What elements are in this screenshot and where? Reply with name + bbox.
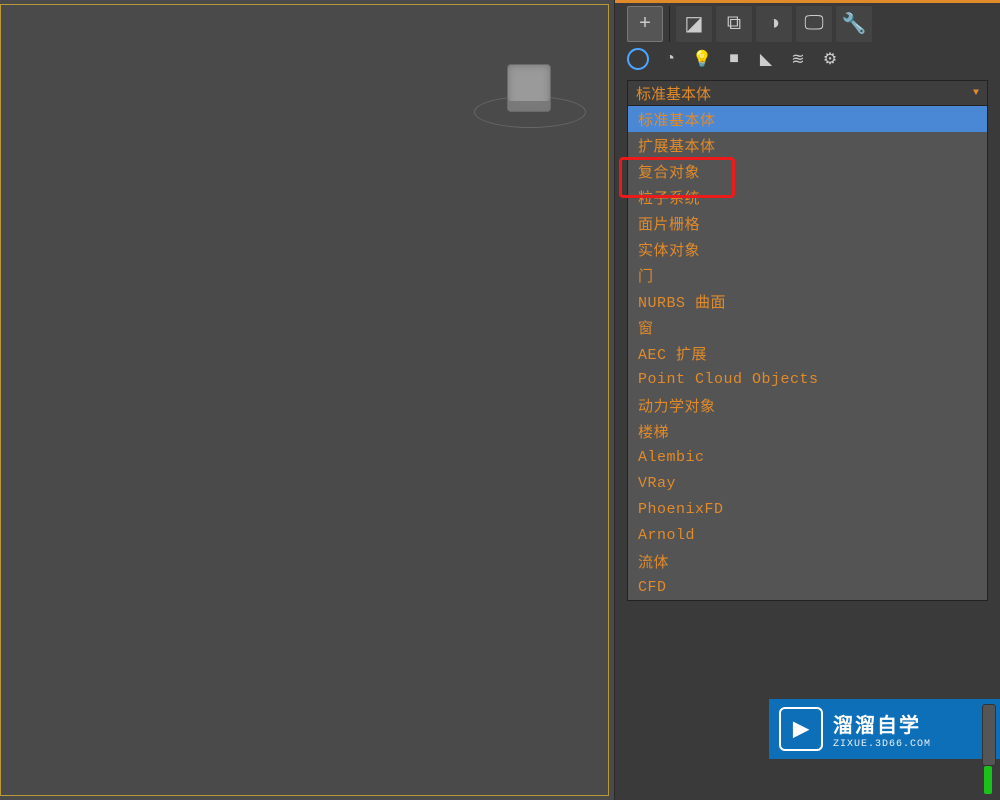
hierarchy-tab-icon[interactable]: ⧉	[716, 6, 752, 42]
spacewarps-icon[interactable]: ≋	[787, 48, 809, 70]
watermark-text: 溜溜自学 ZIXUE.3D66.COM	[833, 709, 931, 750]
dropdown-option[interactable]: 复合对象	[628, 158, 987, 184]
utilities-tab-icon[interactable]: 🔧	[836, 6, 872, 42]
status-led-icon	[984, 766, 992, 794]
dropdown-option[interactable]: Point Cloud Objects	[628, 366, 987, 392]
tab-separator	[669, 6, 670, 42]
dropdown-option[interactable]: 流体	[628, 548, 987, 574]
motion-tab-icon[interactable]: ◑	[756, 6, 792, 42]
lights-icon[interactable]: 💡	[691, 48, 713, 70]
systems-icon[interactable]: ⚙	[819, 48, 841, 70]
watermark: ▶ 溜溜自学 ZIXUE.3D66.COM	[769, 699, 1000, 759]
dropdown-option[interactable]: AEC 扩展	[628, 340, 987, 366]
panel-scrollbar[interactable]	[978, 700, 998, 800]
app-root: + ◪ ⧉ ◑ 🖵 🔧 ◔ 💡 ■ ◣ ≋ ⚙ 标准基本体 ▼ 标准基本体 扩展…	[0, 0, 1000, 800]
shapes-icon[interactable]: ◔	[659, 48, 681, 70]
dropdown-option[interactable]: NURBS 曲面	[628, 288, 987, 314]
geometry-type-dropdown[interactable]: 标准基本体 ▼	[627, 80, 988, 106]
dropdown-option[interactable]: 扩展基本体	[628, 132, 987, 158]
command-panel: + ◪ ⧉ ◑ 🖵 🔧 ◔ 💡 ■ ◣ ≋ ⚙ 标准基本体 ▼ 标准基本体 扩展…	[614, 0, 1000, 800]
create-category-bar: ◔ 💡 ■ ◣ ≋ ⚙	[615, 46, 1000, 76]
helpers-icon[interactable]: ◣	[755, 48, 777, 70]
dropdown-option[interactable]: 粒子系统	[628, 184, 987, 210]
display-tab-icon[interactable]: 🖵	[796, 6, 832, 42]
dropdown-option[interactable]: CFD	[628, 574, 987, 600]
cameras-icon[interactable]: ■	[723, 48, 745, 70]
watermark-title: 溜溜自学	[833, 709, 931, 739]
dropdown-selected-label: 标准基本体	[636, 83, 711, 104]
dropdown-option[interactable]: 实体对象	[628, 236, 987, 262]
modify-tab-icon[interactable]: ◪	[676, 6, 712, 42]
watermark-subtitle: ZIXUE.3D66.COM	[833, 739, 931, 750]
viewport[interactable]	[0, 0, 614, 800]
geometry-icon[interactable]	[627, 48, 649, 70]
dropdown-option[interactable]: 动力学对象	[628, 392, 987, 418]
viewcube[interactable]	[474, 58, 584, 134]
create-tab-icon[interactable]: +	[627, 6, 663, 42]
command-panel-tabs: + ◪ ⧉ ◑ 🖵 🔧	[615, 0, 1000, 46]
scrollbar-track[interactable]	[982, 704, 996, 766]
chevron-down-icon: ▼	[973, 88, 979, 99]
dropdown-option[interactable]: 面片栅格	[628, 210, 987, 236]
dropdown-option[interactable]: 楼梯	[628, 418, 987, 444]
watermark-play-icon: ▶	[779, 707, 823, 751]
geometry-type-dropdown-list: 标准基本体 扩展基本体 复合对象 粒子系统 面片栅格 实体对象 门 NURBS …	[627, 106, 988, 601]
viewcube-cube-icon[interactable]	[507, 64, 551, 112]
dropdown-option[interactable]: 标准基本体	[628, 106, 987, 132]
dropdown-option[interactable]: Alembic	[628, 444, 987, 470]
dropdown-option[interactable]: 门	[628, 262, 987, 288]
dropdown-option[interactable]: 窗	[628, 314, 987, 340]
dropdown-option[interactable]: VRay	[628, 470, 987, 496]
dropdown-option[interactable]: PhoenixFD	[628, 496, 987, 522]
dropdown-option[interactable]: Arnold	[628, 522, 987, 548]
